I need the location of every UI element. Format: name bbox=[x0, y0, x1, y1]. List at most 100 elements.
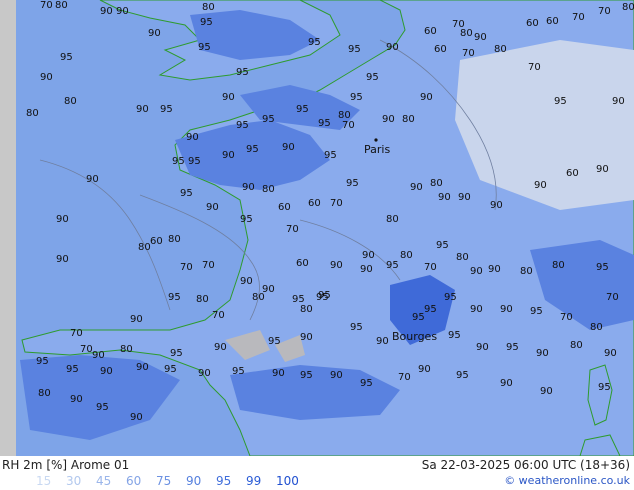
map-value-label: 60 bbox=[150, 236, 163, 247]
map-value-label: 60 bbox=[308, 198, 321, 209]
map-value-label: 90 bbox=[130, 314, 143, 325]
color-legend: 15 30 45 60 75 90 95 99 100 bbox=[36, 474, 306, 488]
map-value-label: 70 bbox=[180, 262, 193, 273]
map-value-label: 90 bbox=[136, 104, 149, 115]
map-value-label: 90 bbox=[100, 366, 113, 377]
map-value-label: 90 bbox=[540, 386, 553, 397]
map-value-label: 70 bbox=[462, 48, 475, 59]
map-value-label: 90 bbox=[382, 114, 395, 125]
map-value-label: 90 bbox=[86, 174, 99, 185]
map-value-label: 95 bbox=[598, 382, 611, 393]
map-value-label: 90 bbox=[490, 200, 503, 211]
map-value-label: 95 bbox=[236, 67, 249, 78]
map-value-label: 95 bbox=[96, 402, 109, 413]
map-value-label: 90 bbox=[92, 350, 105, 361]
legend-entry: 99 bbox=[246, 474, 262, 488]
map-value-label: 95 bbox=[324, 150, 337, 161]
map-value-label: 80 bbox=[202, 2, 215, 13]
map-value-label: 80 bbox=[262, 184, 275, 195]
map-value-label: 95 bbox=[506, 342, 519, 353]
map-value-label: 70 bbox=[70, 328, 83, 339]
map-value-label: 95 bbox=[366, 72, 379, 83]
map-value-label: 60 bbox=[546, 16, 559, 27]
map-value-label: 90 bbox=[488, 264, 501, 275]
map-value-label: 95 bbox=[596, 262, 609, 273]
map-value-label: 95 bbox=[350, 92, 363, 103]
map-value-label: 95 bbox=[180, 188, 193, 199]
map-value-label: 95 bbox=[456, 370, 469, 381]
map-value-label: 80 bbox=[552, 260, 565, 271]
map-value-label: 90 bbox=[458, 192, 471, 203]
credit-link[interactable]: © weatheronline.co.uk bbox=[504, 474, 630, 487]
map-value-label: 90 bbox=[56, 214, 69, 225]
legend-entry: 15 bbox=[36, 474, 52, 488]
map-value-label: 95 bbox=[436, 240, 449, 251]
map-value-label: 90 bbox=[240, 276, 253, 287]
map-value-label: 90 bbox=[330, 260, 343, 271]
humidity-map: Paris Bourges 70 80 90 80 90 95 90 95 95 95 95 60 70… bbox=[0, 0, 634, 456]
map-value-label: 90 bbox=[596, 164, 609, 175]
map-value-label: 95 bbox=[360, 378, 373, 389]
map-value-label: 60 bbox=[278, 202, 291, 213]
map-value-label: 90 bbox=[136, 362, 149, 373]
map-value-label: 95 bbox=[262, 114, 275, 125]
map-value-label: 80 bbox=[570, 340, 583, 351]
map-value-label: 90 bbox=[612, 96, 625, 107]
map-value-label: 90 bbox=[474, 32, 487, 43]
map-value-label: 90 bbox=[40, 72, 53, 83]
map-value-label: 95 bbox=[232, 366, 245, 377]
legend-entry: 75 bbox=[156, 474, 172, 488]
map-value-label: 80 bbox=[168, 234, 181, 245]
map-value-label: 95 bbox=[530, 306, 543, 317]
map-value-label: 90 bbox=[100, 6, 113, 17]
map-value-label: 70 bbox=[342, 120, 355, 131]
map-value-label: 90 bbox=[242, 182, 255, 193]
map-value-label: 90 bbox=[130, 412, 143, 423]
map-value-label: 95 bbox=[448, 330, 461, 341]
map-value-label: 70 bbox=[212, 310, 225, 321]
map-value-label: 90 bbox=[214, 342, 227, 353]
map-value-label: 80 bbox=[494, 44, 507, 55]
map-value-label: 90 bbox=[362, 250, 375, 261]
map-value-label: 90 bbox=[386, 42, 399, 53]
map-value-label: 95 bbox=[348, 44, 361, 55]
map-value-label: 95 bbox=[200, 17, 213, 28]
map-value-label: 90 bbox=[470, 266, 483, 277]
map-value-label: 90 bbox=[534, 180, 547, 191]
map-value-label: 70 bbox=[572, 12, 585, 23]
map-value-label: 95 bbox=[160, 104, 173, 115]
map-value-label: 90 bbox=[272, 368, 285, 379]
map-value-label: 80 bbox=[402, 114, 415, 125]
map-value-label: 90 bbox=[500, 304, 513, 315]
map-value-label: 80 bbox=[252, 292, 265, 303]
map-value-label: 95 bbox=[36, 356, 49, 367]
map-value-label: 70 bbox=[398, 372, 411, 383]
map-value-label: 70 bbox=[424, 262, 437, 273]
map-value-label: 95 bbox=[164, 364, 177, 375]
map-value-label: 95 bbox=[168, 292, 181, 303]
map-value-label: 90 bbox=[70, 394, 83, 405]
map-value-label: 90 bbox=[360, 264, 373, 275]
map-value-label: 90 bbox=[418, 364, 431, 375]
map-value-label: 90 bbox=[604, 348, 617, 359]
map-value-label: 80 bbox=[456, 252, 469, 263]
map-value-label: 95 bbox=[170, 348, 183, 359]
map-value-label: 70 bbox=[528, 62, 541, 73]
map-value-label: 90 bbox=[420, 92, 433, 103]
map-value-label: 80 bbox=[55, 0, 68, 11]
map-value-label: 95 bbox=[236, 120, 249, 131]
map-value-label: 70 bbox=[286, 224, 299, 235]
map-timestamp: Sa 22-03-2025 06:00 UTC (18+36) bbox=[421, 458, 630, 472]
map-value-label: 90 bbox=[222, 92, 235, 103]
map-value-label: 80 bbox=[120, 344, 133, 355]
legend-entry: 90 bbox=[186, 474, 202, 488]
map-value-label: 70 bbox=[330, 198, 343, 209]
map-value-label: 80 bbox=[400, 250, 413, 261]
map-value-label: 95 bbox=[346, 178, 359, 189]
map-value-label: 95 bbox=[240, 214, 253, 225]
footer-bar: RH 2m [%] Arome 01 Sa 22-03-2025 06:00 U… bbox=[0, 456, 634, 490]
map-value-label: 80 bbox=[622, 2, 634, 13]
map-value-label: 90 bbox=[116, 6, 129, 17]
legend-entry: 30 bbox=[66, 474, 82, 488]
map-value-label: 80 bbox=[64, 96, 77, 107]
